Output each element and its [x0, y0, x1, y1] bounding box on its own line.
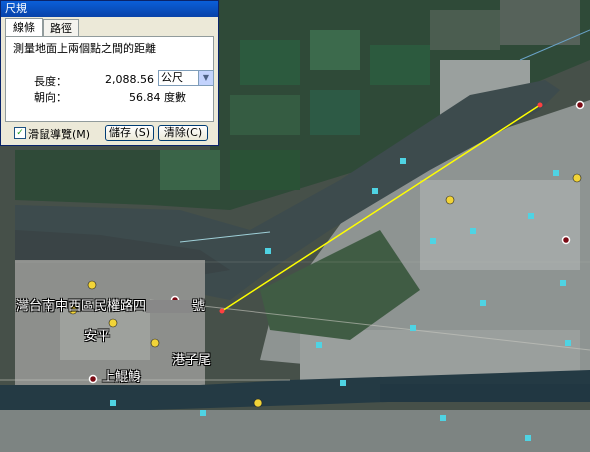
road-label-suffix: 號	[192, 299, 206, 314]
tab-line[interactable]: 線條	[5, 18, 43, 37]
map-label-shangkunshen: 上鯤鯓	[102, 370, 142, 385]
tab-path[interactable]: 路徑	[43, 19, 79, 36]
ruler-dialog: 尺規 線條 路徑 測量地面上兩個點之間的距離 長度： 2,088.56 公尺 ▼…	[0, 0, 219, 146]
dialog-title[interactable]: 尺規	[1, 1, 218, 17]
measure-panel: 測量地面上兩個點之間的距離 長度： 2,088.56 公尺 ▼ 朝向： 56.8…	[5, 36, 214, 122]
clear-button[interactable]: 清除(C)	[158, 125, 208, 141]
length-value: 2,088.56	[105, 73, 154, 86]
redaction-block	[146, 300, 193, 313]
map-label-road: 灣台南中西區民權路四 號	[16, 295, 205, 314]
chevron-down-icon[interactable]: ▼	[198, 71, 213, 85]
measure-description: 測量地面上兩個點之間的距離	[13, 42, 156, 55]
heading-value: 56.84 度數	[129, 91, 186, 104]
unit-select[interactable]: 公尺 ▼	[158, 70, 214, 86]
heading-label: 朝向：	[34, 91, 67, 104]
ruler-end-point	[537, 102, 543, 108]
mouse-nav-checkbox[interactable]: ✓	[14, 127, 26, 139]
map-label-anping: 安平	[84, 329, 111, 344]
mouse-nav-label: 滑鼠導覽(M)	[28, 128, 91, 141]
road-label-text: 灣台南中西區民權路四	[16, 299, 147, 314]
unit-select-value: 公尺	[161, 71, 183, 84]
ruler-start-point	[219, 308, 225, 314]
save-button[interactable]: 儲存 (S)	[105, 125, 154, 141]
length-label: 長度：	[34, 75, 67, 88]
map-label-gangzaiwei: 港子尾	[172, 353, 212, 368]
